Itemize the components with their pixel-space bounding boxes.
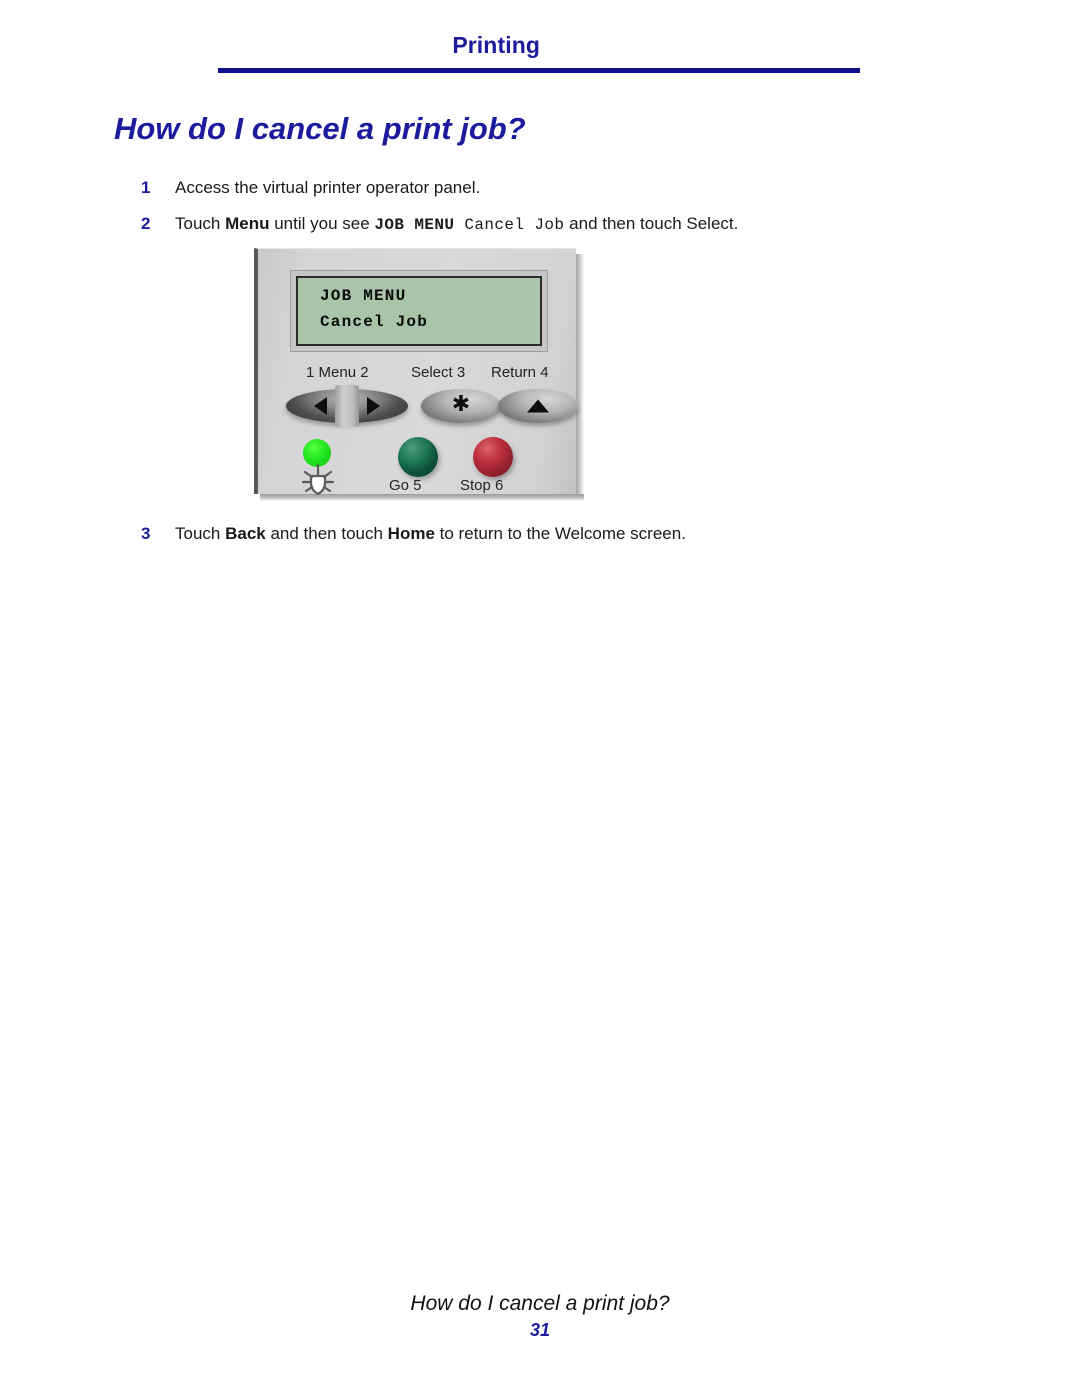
lcd-bezel: JOB MENU Cancel Job	[290, 270, 548, 352]
menu-rocker-bar	[335, 385, 359, 427]
lcd-line-2: Cancel Job	[320, 313, 429, 331]
step-number: 2	[141, 214, 151, 233]
step-3-bold-home: Home	[387, 524, 435, 543]
step-2-mono-cancel-job: Cancel Job	[464, 216, 565, 234]
step-3-suffix: to return to the Welcome screen.	[434, 524, 686, 543]
list-item: 3 Touch Back and then touch Home to retu…	[141, 522, 941, 545]
menu-button[interactable]	[286, 385, 408, 427]
footer-title: How do I cancel a print job?	[410, 1292, 670, 1315]
page-title: How do I cancel a print job?	[114, 111, 526, 146]
return-button[interactable]	[498, 389, 578, 423]
printer-operator-panel: JOB MENU Cancel Job 1 Menu 2 Select 3 Re…	[254, 248, 578, 497]
menu-button-label: 1 Menu 2	[306, 364, 369, 381]
page-header: Printing	[218, 32, 860, 78]
button-labels-row: 1 Menu 2 Select 3 Return 4	[258, 364, 580, 384]
step-number: 1	[141, 178, 151, 197]
list-item: 1 Access the virtual printer operator pa…	[141, 176, 941, 199]
list-item: 2 Touch Menu until you see JOB MENU Canc…	[141, 212, 941, 237]
step-text: Touch Menu until you see JOB MENU Cancel…	[175, 212, 941, 237]
page-number: 31	[529, 1320, 551, 1340]
asterisk-icon: ✱	[451, 392, 471, 418]
page-footer: How do I cancel a print job? 31	[0, 1290, 1080, 1342]
step-1-body: Access the virtual printer operator pane…	[175, 178, 481, 197]
step-2-mono-job-menu: JOB MENU	[374, 216, 455, 234]
lcd-display: JOB MENU Cancel Job	[296, 276, 542, 346]
step-text: Access the virtual printer operator pane…	[175, 176, 941, 199]
header-title: Printing	[452, 32, 540, 58]
go-button-label: Go 5	[389, 477, 422, 494]
stop-button-label: Stop 6	[460, 477, 504, 494]
step-text: Touch Back and then touch Home to return…	[175, 522, 941, 545]
select-button-label: Select 3	[411, 364, 466, 381]
operator-panel-figure: JOB MENU Cancel Job 1 Menu 2 Select 3 Re…	[254, 248, 586, 504]
step-2-bold-menu: Menu	[225, 214, 270, 233]
step-2-suffix: and then touch Select.	[564, 214, 739, 233]
step-3-middle: and then touch	[265, 524, 388, 543]
light-bulb-icon	[298, 463, 338, 497]
arrow-right-icon	[367, 397, 380, 415]
step-3-bold-back: Back	[225, 524, 266, 543]
lcd-line-1: JOB MENU	[320, 287, 407, 305]
stop-button[interactable]	[473, 437, 513, 477]
step-3-prefix: Touch	[175, 524, 226, 543]
select-button[interactable]: ✱	[421, 389, 501, 423]
return-button-label: Return 4	[491, 364, 549, 381]
step-2-prefix: Touch	[175, 214, 226, 233]
status-led-group	[298, 439, 340, 497]
header-rule	[218, 68, 860, 73]
step-number: 3	[141, 524, 151, 543]
arrow-up-icon	[527, 399, 549, 413]
step-2-middle: until you see	[269, 214, 375, 233]
go-button[interactable]	[398, 437, 438, 477]
arrow-left-icon	[314, 397, 327, 415]
